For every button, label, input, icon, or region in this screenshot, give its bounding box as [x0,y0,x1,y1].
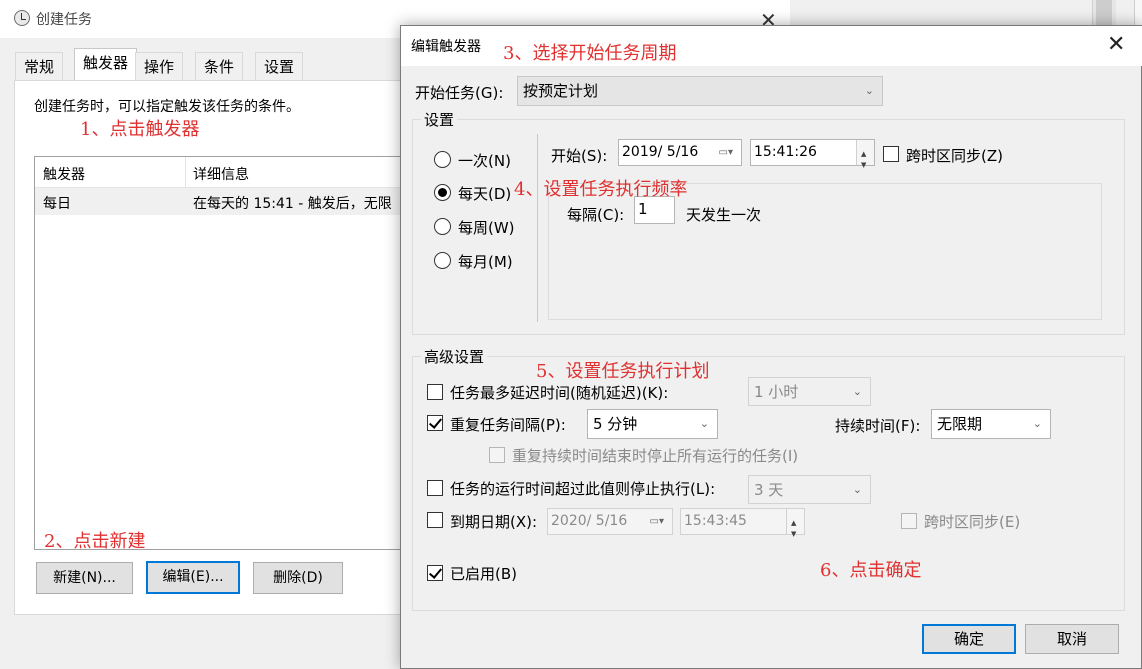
recur-label: 每隔(C): [567,206,625,224]
tab-settings[interactable]: 设置 [255,52,304,80]
repeat-interval-value: 5 分钟 [593,415,638,433]
expire-date-picker[interactable]: 2020/ 5/16 ▭▾ [547,508,673,535]
radio-monthly-label[interactable]: 每月(M) [458,251,513,272]
start-label: 开始(S): [551,147,608,165]
delete-button[interactable]: 删除(D) [253,562,343,594]
stop-at-end-checkbox[interactable] [489,447,505,463]
delay-label[interactable]: 任务最多延迟时间(随机延迟)(K): [450,382,668,403]
cancel-button[interactable]: 取消 [1025,624,1119,654]
radio-weekly[interactable] [434,218,451,235]
annotation-step3: 3、选择开始任务周期 [503,43,677,64]
repeat-label[interactable]: 重复任务间隔(P): [450,414,566,435]
recurrence-panel [548,183,1102,320]
chevron-down-icon: ⌄ [699,417,709,430]
start-time-value: 15:41:26 [754,144,817,160]
delay-checkbox[interactable] [427,384,443,400]
settings-group-title: 设置 [421,109,458,130]
time-spinner[interactable]: ▲ ▼ [856,140,874,169]
recur-unit-label: 天发生一次 [686,206,762,224]
begin-task-select[interactable]: 按预定计划 ⌄ [517,76,883,106]
sync-timezone-label[interactable]: 跨时区同步(Z) [906,145,1003,166]
column-divider[interactable] [185,157,186,188]
tab-general[interactable]: 常规 [15,52,64,80]
annotation-step2: 2、点击新建 [44,531,146,552]
start-date-value: 2019/ 5/16 [622,144,699,160]
expire-sync-checkbox[interactable] [901,513,917,529]
ok-button[interactable]: 确定 [922,624,1016,654]
enabled-label[interactable]: 已启用(B) [450,563,517,584]
radio-daily[interactable] [434,184,451,201]
expire-time-field[interactable]: 15:43:45 ▲ ▼ [680,508,805,538]
list-header: 触发器 详细信息 [35,157,409,188]
create-task-title: 创建任务 [36,12,92,28]
close-icon[interactable]: ✕ [1107,32,1125,57]
stop-at-end-label[interactable]: 重复持续时间结束时停止所有运行的任务(I) [512,445,798,466]
annotation-step1: 1、点击触发器 [80,119,200,140]
radio-weekly-label[interactable]: 每周(W) [458,217,515,238]
calendar-icon[interactable]: ▭▾ [719,140,733,165]
dialog-title: 编辑触发器 [411,39,481,55]
radio-once-label[interactable]: 一次(N) [458,150,511,171]
expire-time-value: 15:43:45 [684,513,747,529]
tab-actions[interactable]: 操作 [135,52,184,80]
column-header-details[interactable]: 详细信息 [193,164,249,184]
time-spinner[interactable]: ▲ ▼ [786,509,804,538]
stop-if-longer-value: 3 天 [754,481,784,499]
tab-conditions[interactable]: 条件 [195,52,244,80]
expire-checkbox[interactable] [427,512,443,528]
delay-select[interactable]: 1 小时 ⌄ [748,377,871,406]
stop-if-longer-label[interactable]: 任务的运行时间超过此值则停止执行(L): [450,478,715,499]
stop-if-longer-checkbox[interactable] [427,480,443,496]
enabled-checkbox[interactable] [427,565,443,581]
background-scrollbar-thumb[interactable] [1096,0,1112,26]
edit-trigger-dialog: 编辑触发器 ✕ 开始任务(G): 按预定计划 ⌄ 设置 一次(N) 每天(D) … [400,25,1142,669]
duration-select[interactable]: 无限期 ⌄ [931,409,1051,439]
radio-daily-label[interactable]: 每天(D) [458,183,511,204]
annotation-step4: 4、设置任务执行频率 [514,179,688,200]
start-date-picker[interactable]: 2019/ 5/16 ▭▾ [618,139,742,166]
cell-details: 在每天的 15:41 - 触发后，无限 [193,196,392,212]
chevron-down-icon: ⌄ [864,84,874,97]
annotation-step6: 6、点击确定 [820,560,922,581]
trigger-list[interactable]: 触发器 详细信息 每日 在每天的 15:41 - 触发后，无限 [34,156,410,550]
spin-down-icon[interactable]: ▼ [791,522,796,547]
expire-label[interactable]: 到期日期(X): [450,511,537,532]
radio-monthly[interactable] [434,252,451,269]
new-button[interactable]: 新建(N)... [36,562,133,594]
delay-value: 1 小时 [754,383,799,401]
begin-task-value: 按预定计划 [523,82,599,100]
clock-icon [14,10,30,26]
settings-divider [537,134,538,322]
chevron-down-icon: ⌄ [852,483,862,496]
cell-trigger: 每日 [43,196,71,212]
tab-triggers[interactable]: 触发器 [74,48,138,81]
repeat-checkbox[interactable] [427,415,443,431]
chevron-down-icon: ⌄ [1032,417,1042,430]
expire-date-value: 2020/ 5/16 [551,513,628,529]
expire-sync-label[interactable]: 跨时区同步(E) [924,511,1020,532]
start-time-field[interactable]: 15:41:26 ▲ ▼ [750,139,875,169]
begin-task-label: 开始任务(G): [415,84,504,102]
spin-down-icon[interactable]: ▼ [861,153,866,178]
stop-if-longer-select[interactable]: 3 天 ⌄ [748,475,871,504]
table-row[interactable]: 每日 在每天的 15:41 - 触发后，无限 [35,188,409,215]
radio-once[interactable] [434,151,451,168]
chevron-down-icon: ⌄ [852,385,862,398]
annotation-step5: 5、设置任务执行计划 [536,361,710,382]
duration-value: 无限期 [937,415,983,433]
calendar-icon[interactable]: ▭▾ [650,509,664,534]
column-header-trigger[interactable]: 触发器 [43,164,85,184]
repeat-interval-select[interactable]: 5 分钟 ⌄ [587,409,718,439]
advanced-settings-title: 高级设置 [421,346,488,367]
edit-button[interactable]: 编辑(E)... [146,561,240,594]
sync-timezone-checkbox[interactable] [883,146,899,162]
triggers-description: 创建任务时，可以指定触发该任务的条件。 [34,99,300,115]
duration-label: 持续时间(F): [835,417,921,435]
